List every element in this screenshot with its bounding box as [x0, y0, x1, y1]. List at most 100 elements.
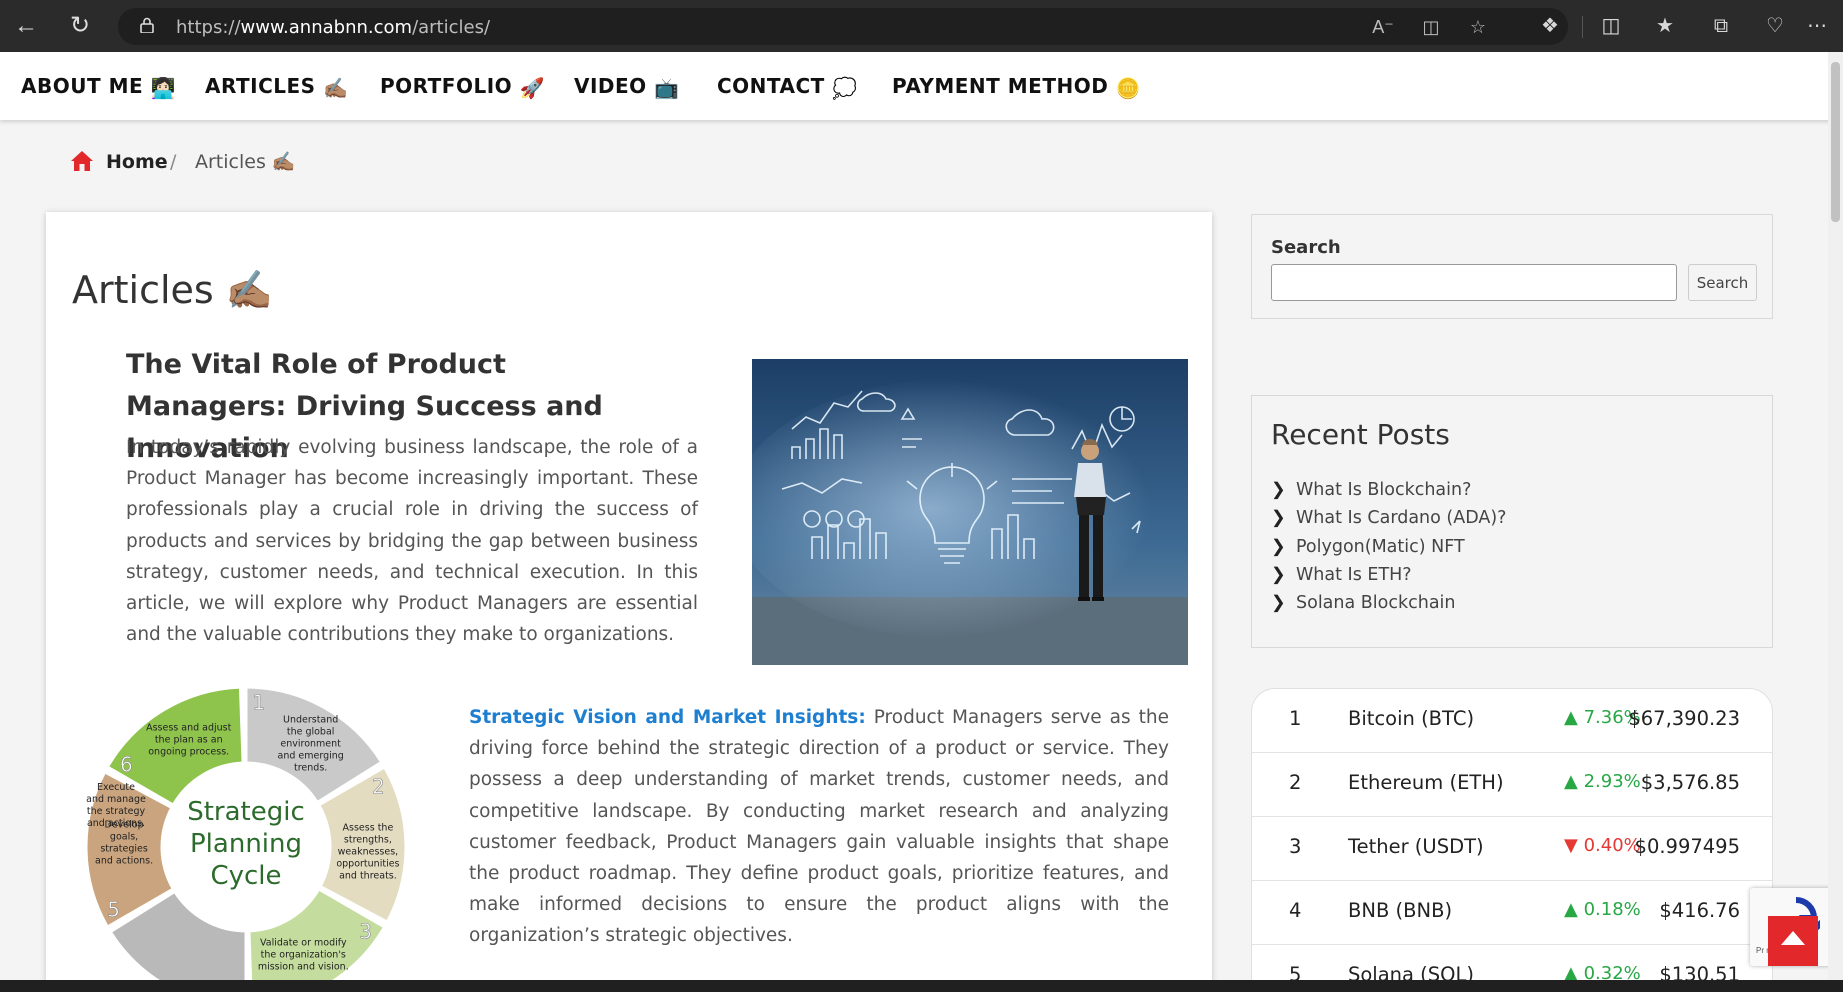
page-scrollbar[interactable] — [1828, 52, 1843, 992]
crypto-price: $0.997495 — [1634, 835, 1740, 858]
cycle-step-text: trends. — [294, 763, 327, 774]
nav-video[interactable]: VIDEO 📺 — [574, 70, 680, 102]
toolbar-divider — [1582, 16, 1583, 38]
collections-icon[interactable]: ⧉ — [1706, 12, 1736, 40]
address-bar[interactable]: https://www.annabnn.com/articles/ A⁻ ◫ ☆ — [118, 8, 1568, 45]
crypto-price: $416.76 — [1659, 899, 1740, 922]
crypto-change: ▼ 0.40% — [1564, 835, 1641, 856]
favorite-star-icon[interactable]: ☆ — [1465, 14, 1491, 40]
crypto-rank: 2 — [1289, 771, 1302, 794]
page-title: Articles ✍🏽 — [72, 268, 274, 312]
strategic-vision-paragraph: Strategic Vision and Market Insights: Pr… — [469, 707, 1169, 947]
crypto-price: $3,576.85 — [1640, 771, 1740, 794]
recent-posts-widget: Recent Posts ❯ What Is Blockchain? ❯ What … — [1251, 395, 1773, 648]
scrollbar-thumb[interactable] — [1831, 62, 1840, 222]
strategic-planning-cycle-diagram[interactable]: Strategic Planning Cycle 1Understandthe … — [76, 682, 416, 992]
split-screen-icon[interactable]: ◫ — [1596, 12, 1626, 40]
crypto-change: ▲ 0.18% — [1564, 899, 1641, 920]
cycle-step-number: 1 — [252, 691, 265, 715]
section-heading: Strategic Vision and Market Insights: — [469, 707, 866, 728]
cycle-step-text: goals, — [110, 832, 138, 843]
product-manager-hero-image[interactable] — [752, 359, 1188, 665]
thought-bubble-icon: 💭 — [832, 75, 858, 100]
cycle-step-text: and actions. — [95, 856, 153, 867]
back-to-top-button[interactable] — [1768, 916, 1818, 966]
nav-portfolio[interactable]: PORTFOLIO 🚀 — [380, 70, 545, 102]
cycle-execute-text: and actions. — [87, 818, 145, 829]
recent-post-item[interactable]: ❯ What Is Blockchain? — [1271, 476, 1506, 504]
cycle-step-text: the global — [287, 727, 335, 738]
cycle-step-text: Assess the — [343, 822, 394, 833]
crypto-rank: 4 — [1289, 899, 1302, 922]
immersive-reader-icon[interactable]: ◫ — [1418, 14, 1444, 40]
technologist-icon: 👩🏻‍💻 — [150, 75, 177, 100]
chevron-right-icon: ❯ — [1271, 480, 1286, 500]
taskbar-edge — [0, 980, 1843, 992]
recent-post-item[interactable]: ❯ What Is Cardano (ADA)? — [1271, 504, 1506, 532]
chevron-right-icon: ❯ — [1271, 536, 1286, 557]
crypto-row-btc[interactable]: 1 ₿ Bitcoin (BTC) ▲ 7.36% $67,390.23 — [1252, 689, 1772, 753]
cycle-center-line-2: Planning — [190, 829, 302, 859]
cycle-step-text: mission and vision. — [258, 962, 349, 973]
tv-icon: 📺 — [654, 75, 680, 100]
crypto-row-bnb[interactable]: 4 ◈ BNB (BNB) ▲ 0.18% $416.76 — [1252, 881, 1772, 945]
cycle-step-number: 5 — [107, 898, 120, 922]
crypto-name: BNB (BNB) — [1348, 899, 1453, 922]
coin-icon: 🪙 — [1115, 75, 1142, 100]
nav-contact[interactable]: CONTACT 💭 — [717, 70, 858, 102]
search-button[interactable]: Search — [1688, 264, 1757, 301]
cycle-step-text: strengths, — [344, 834, 392, 845]
cycle-step-text: strategies — [100, 844, 147, 855]
crypto-name: Ethereum (ETH) — [1348, 771, 1504, 794]
cycle-center-line-1: Strategic — [187, 797, 305, 827]
lock-icon[interactable] — [140, 17, 154, 33]
breadcrumb-separator: / — [170, 151, 177, 173]
recent-post-item[interactable]: ❯ Solana Blockchain — [1271, 589, 1506, 617]
more-icon[interactable]: ⋯ — [1806, 12, 1828, 40]
crypto-price-widget: 1 ₿ Bitcoin (BTC) ▲ 7.36% $67,390.23 2 ◆… — [1251, 688, 1773, 992]
chevron-right-icon: ❯ — [1271, 593, 1286, 614]
url-text[interactable]: https://www.annabnn.com/articles/ — [176, 17, 490, 38]
read-aloud-icon[interactable]: A⁻ — [1370, 14, 1396, 40]
nav-about-me[interactable]: ABOUT ME 👩🏻‍💻 — [21, 70, 176, 102]
search-widget: Search Search — [1251, 214, 1773, 319]
nav-articles[interactable]: ARTICLES ✍🏽 — [205, 70, 348, 102]
cycle-step-number: 6 — [120, 752, 133, 776]
cycle-step-text: opportunities — [336, 858, 399, 869]
refresh-icon[interactable]: ↻ — [64, 10, 96, 42]
rocket-icon: 🚀 — [519, 75, 546, 100]
arrow-up-icon — [1781, 931, 1805, 945]
crypto-price: $67,390.23 — [1628, 707, 1740, 730]
articles-card: Articles ✍🏽 The Vital Role of Product Ma… — [46, 212, 1212, 992]
cycle-execute-text: and manage — [86, 794, 146, 805]
nav-payment-method[interactable]: PAYMENT METHOD 🪙 — [892, 70, 1141, 102]
crypto-row-eth[interactable]: 2 ◆ Ethereum (ETH) ▲ 2.93% $3,576.85 — [1252, 753, 1772, 817]
search-label: Search — [1271, 237, 1341, 258]
chevron-right-icon: ❯ — [1271, 564, 1286, 585]
recent-post-item[interactable]: ❯ Polygon(Matic) NFT — [1271, 533, 1506, 561]
cycle-step-text: the plan as an — [155, 734, 223, 745]
search-input[interactable] — [1271, 264, 1677, 301]
home-icon[interactable] — [70, 150, 94, 172]
extensions-icon[interactable]: ❖ — [1535, 12, 1565, 40]
cycle-step-text: Assess and adjust — [146, 722, 232, 733]
browser-toolbar: ← ↻ https://www.annabnn.com/articles/ A⁻… — [0, 0, 1843, 52]
crypto-rank: 1 — [1289, 707, 1302, 730]
back-icon[interactable]: ← — [10, 10, 42, 42]
writing-hand-icon: ✍🏽 — [323, 75, 349, 100]
cycle-step-text: the organization's — [261, 950, 346, 961]
cycle-step-number: 3 — [359, 920, 372, 944]
cycle-step-text: environment — [280, 739, 341, 750]
cycle-step-text: and threats. — [339, 870, 397, 881]
bitcoin-icon: ₿ — [1319, 708, 1333, 726]
browser-essentials-icon[interactable]: ♡ — [1760, 12, 1790, 40]
favorites-icon[interactable]: ★ — [1650, 12, 1680, 40]
cycle-execute-text: Execute — [97, 782, 135, 793]
cycle-step-text: Understand — [283, 715, 338, 726]
recent-post-item[interactable]: ❯ What Is ETH? — [1271, 561, 1506, 589]
breadcrumb-home-link[interactable]: Home — [106, 148, 168, 176]
crypto-change: ▲ 2.93% — [1564, 771, 1641, 792]
crypto-row-usdt[interactable]: 3 T Tether (USDT) ▼ 0.40% $0.997495 — [1252, 817, 1772, 881]
post-excerpt: In today’s rapidly evolving business lan… — [126, 437, 698, 646]
cycle-step-number: 2 — [372, 774, 385, 798]
